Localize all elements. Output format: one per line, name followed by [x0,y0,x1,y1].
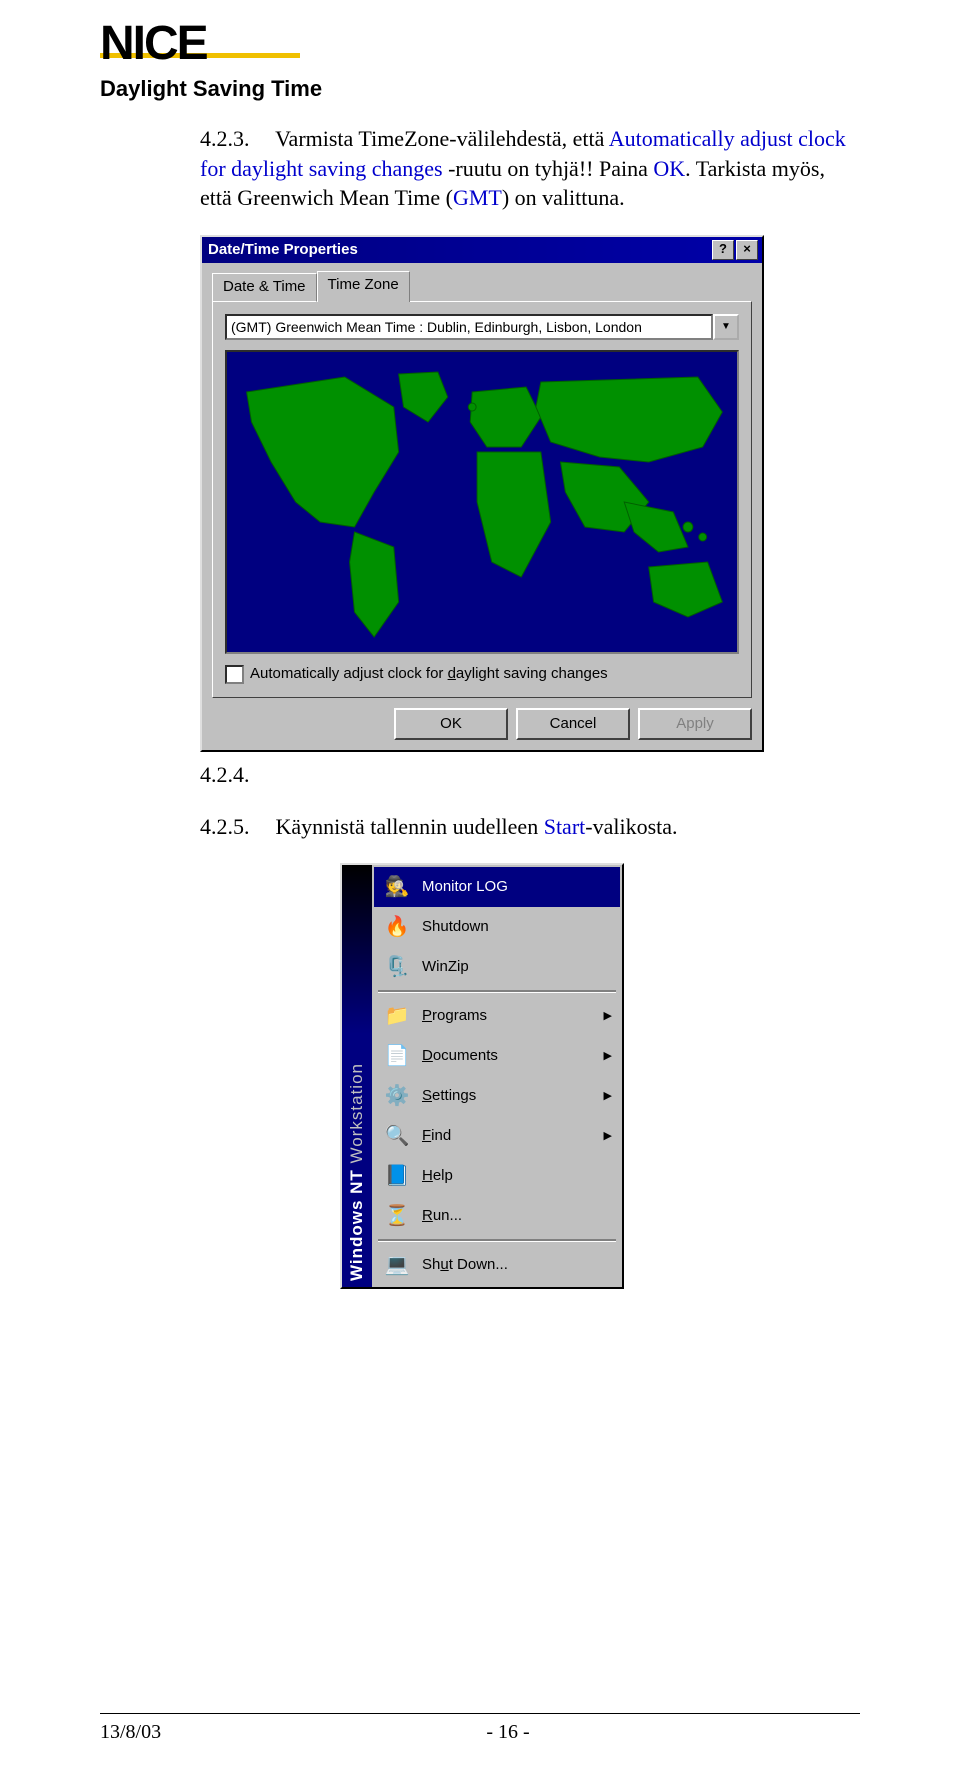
timezone-select[interactable]: (GMT) Greenwich Mean Time : Dublin, Edin… [225,314,739,341]
chevron-right-icon: ▶ [604,1009,612,1024]
dst-checkbox[interactable] [225,665,244,684]
archive-icon: 🗜️ [382,952,412,982]
documents-icon: 📄 [382,1041,412,1071]
timezone-value: (GMT) Greenwich Mean Time : Dublin, Edin… [225,314,713,341]
chevron-right-icon: ▶ [604,1089,612,1104]
label: Monitor LOG [422,877,508,897]
section-number: 4.2.4. [200,760,270,790]
footer-separator [100,1713,860,1714]
chevron-down-icon[interactable]: ▼ [713,314,739,341]
tabs: Date & Time Time Zone [202,263,762,301]
help-button[interactable]: ? [712,240,734,260]
close-button[interactable]: × [736,240,758,260]
separator [378,1239,616,1242]
search-icon: 🔍 [382,1121,412,1151]
sidebar-text-1: Windows NT [347,1169,366,1281]
logo-text: NICE [100,20,860,68]
startmenu-item-help[interactable]: 📘 Help [374,1156,620,1196]
folder-icon: 📁 [382,1001,412,1031]
text-highlight: Start [544,814,586,839]
label: Find [422,1126,451,1146]
ok-button[interactable]: OK [394,708,508,740]
separator [378,990,616,993]
cancel-button[interactable]: Cancel [516,708,630,740]
label: Help [422,1166,453,1186]
start-menu-sidebar: Windows NT Workstation [342,865,372,1287]
paragraph-423: 4.2.3. Varmista TimeZone-välilehdestä, e… [200,124,860,213]
apply-button[interactable]: Apply [638,708,752,740]
footer-date: 13/8/03 [100,1721,161,1744]
paragraph-424: 4.2.4. [200,760,860,790]
text: Varmista TimeZone-välilehdestä, että [275,126,609,151]
shutdown-icon: 💻 [382,1250,412,1280]
startmenu-item-run[interactable]: ⏳ Run... [374,1196,620,1236]
world-map[interactable] [225,350,739,654]
label: Documents [422,1046,498,1066]
window-title: Date/Time Properties [208,240,358,260]
logo: NICE [100,20,860,58]
startmenu-item-find[interactable]: 🔍 Find ▶ [374,1116,620,1156]
tab-panel: (GMT) Greenwich Mean Time : Dublin, Edin… [212,301,752,698]
startmenu-item-shutdown[interactable]: 🔥 Shutdown [374,907,620,947]
text: -valikosta. [585,814,677,839]
run-icon: ⏳ [382,1201,412,1231]
torch-icon: 🔥 [382,912,412,942]
label: Programs [422,1006,487,1026]
startmenu-item-winzip[interactable]: 🗜️ WinZip [374,947,620,987]
text-highlight: OK [653,156,685,181]
text: -ruutu on tyhjä!! Paina [443,156,654,181]
help-icon: 📘 [382,1161,412,1191]
footer: 13/8/03 - 16 - . [100,1721,860,1744]
gear-icon: ⚙️ [382,1081,412,1111]
label: Shut Down... [422,1255,508,1275]
label: WinZip [422,957,469,977]
startmenu-item-shut-down[interactable]: 💻 Shut Down... [374,1245,620,1285]
startmenu-item-monitorlog[interactable]: 🕵️ Monitor LOG [374,867,620,907]
label: Settings [422,1086,476,1106]
dst-checkbox-label: Automatically adjust clock for daylight … [250,664,608,684]
datetime-properties-window: Date/Time Properties ? × Date & Time Tim… [200,235,764,752]
footer-page: - 16 - [486,1721,529,1744]
tab-date-time[interactable]: Date & Time [212,273,317,301]
text: ) on valittuna. [502,185,625,210]
startmenu-item-documents[interactable]: 📄 Documents ▶ [374,1036,620,1076]
startmenu-item-programs[interactable]: 📁 Programs ▶ [374,996,620,1036]
label: Shutdown [422,917,489,937]
chevron-right-icon: ▶ [604,1129,612,1144]
tab-time-zone[interactable]: Time Zone [317,271,410,301]
chevron-right-icon: ▶ [604,1049,612,1064]
text: Käynnistä tallennin uudelleen [276,814,544,839]
section-number: 4.2.3. [200,124,270,154]
paragraph-425: 4.2.5. Käynnistä tallennin uudelleen Sta… [200,812,860,842]
section-number: 4.2.5. [200,812,270,842]
start-menu: Windows NT Workstation 🕵️ Monitor LOG 🔥 … [340,863,624,1289]
titlebar[interactable]: Date/Time Properties ? × [202,237,762,263]
startmenu-item-settings[interactable]: ⚙️ Settings ▶ [374,1076,620,1116]
spy-icon: 🕵️ [382,872,412,902]
page-title: Daylight Saving Time [100,76,860,102]
text-highlight: GMT [453,185,502,210]
sidebar-text-2: Workstation [347,1063,366,1163]
label: Run... [422,1206,462,1226]
world-map-svg [227,352,737,652]
